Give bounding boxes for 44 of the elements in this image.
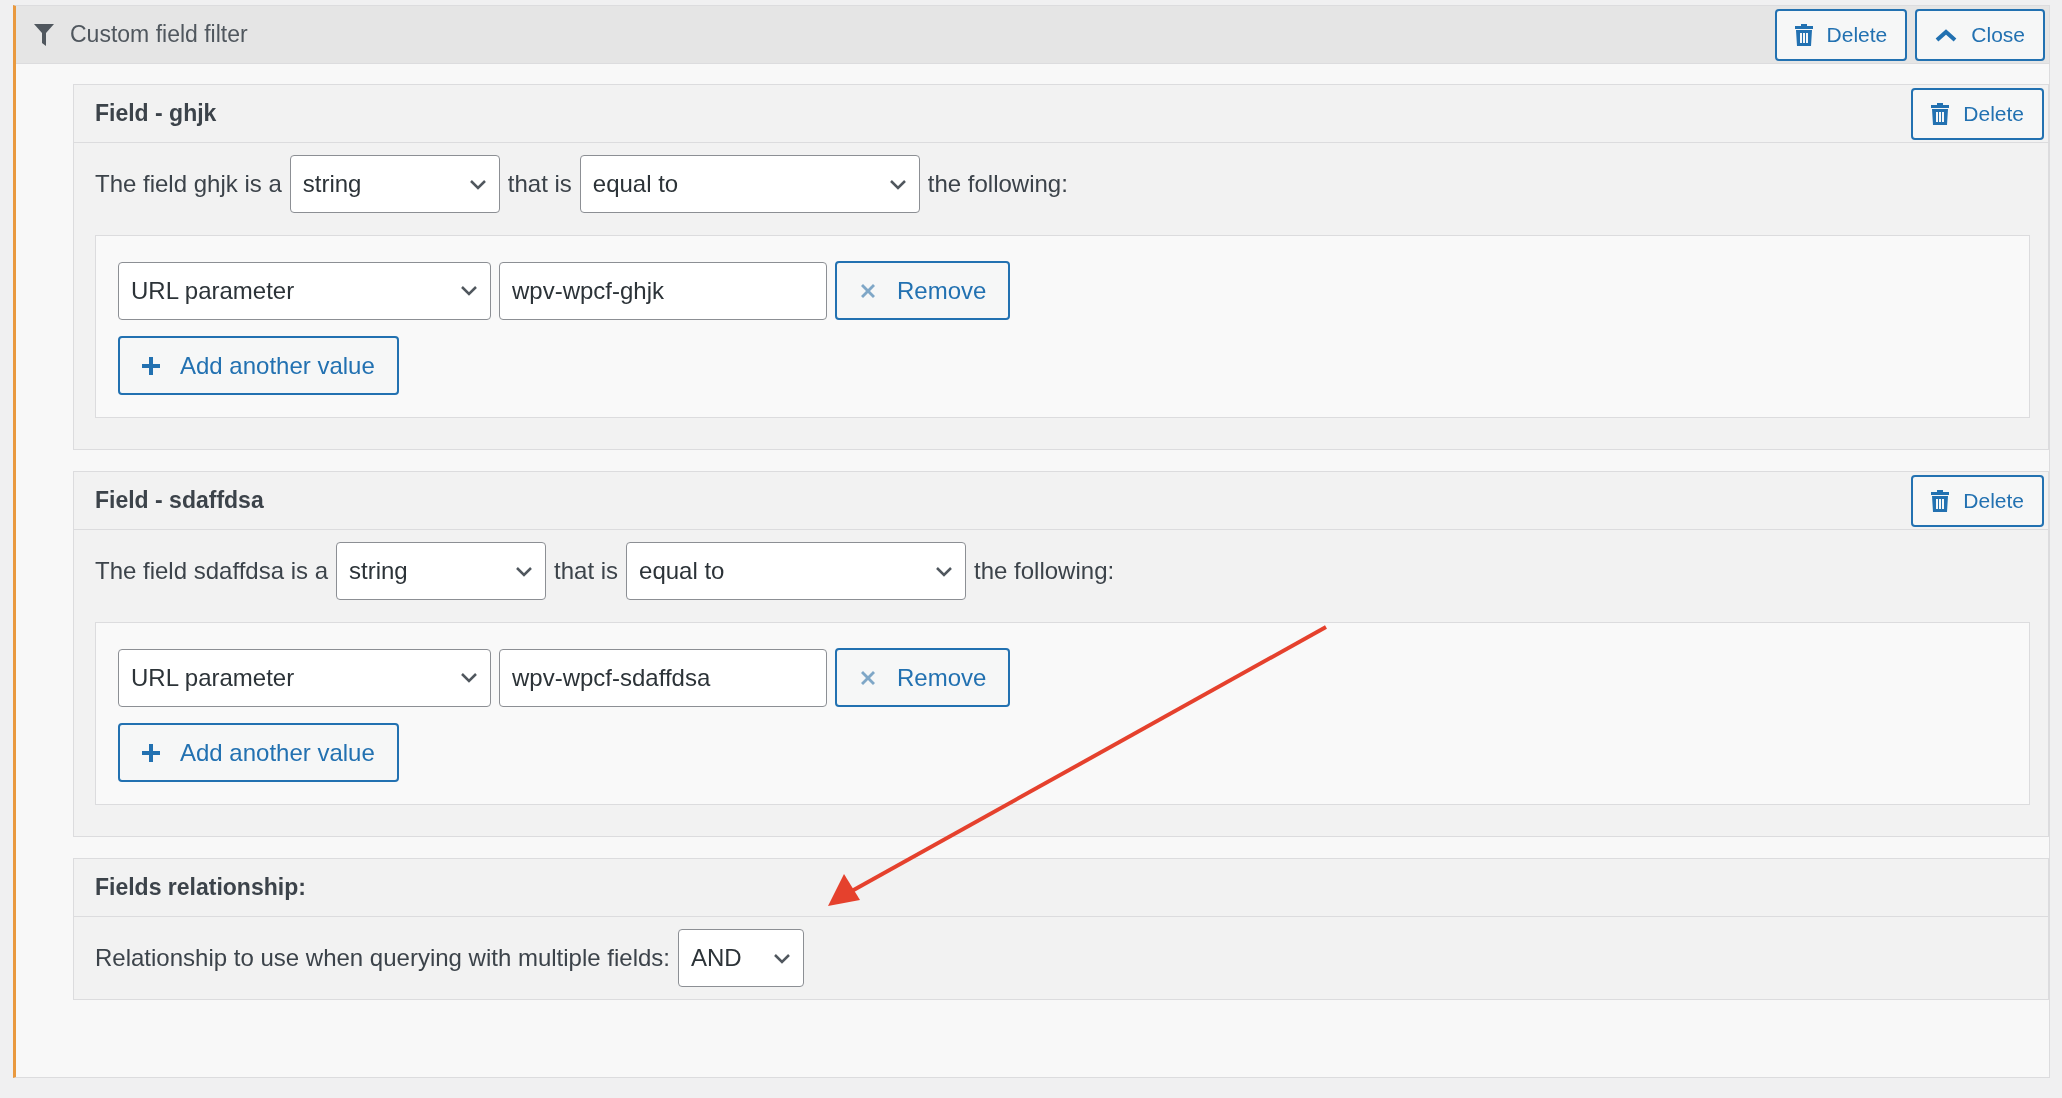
chevron-down-icon — [773, 952, 791, 964]
plus-icon — [142, 743, 160, 762]
filter-icon — [34, 23, 54, 46]
trash-icon — [1794, 23, 1813, 46]
chevron-up-icon — [1935, 27, 1958, 42]
chevron-down-icon — [460, 285, 478, 296]
close-button[interactable]: Close — [1915, 8, 2045, 61]
source-dropdown[interactable]: URL parameter — [118, 648, 491, 707]
plus-icon — [142, 356, 160, 375]
trash-icon — [1931, 102, 1950, 125]
value-field[interactable]: wpv-wpcf-ghjk — [499, 261, 827, 320]
relationship-title: Fields relationship: — [95, 873, 306, 903]
add-value-button[interactable]: Add another value — [118, 723, 399, 782]
comparison-dropdown[interactable]: equal to — [626, 542, 967, 600]
chevron-down-icon — [888, 178, 907, 190]
suffix-text: the following: — [927, 169, 1068, 199]
add-value-button[interactable]: Add another value — [118, 336, 399, 395]
chevron-down-icon — [935, 565, 954, 577]
relationship-label: Relationship to use when querying with multiple fields: — [95, 943, 670, 973]
x-icon — [859, 668, 877, 687]
remove-button[interactable]: Remove — [835, 261, 1011, 320]
type-dropdown[interactable]: string — [336, 542, 547, 600]
type-dropdown[interactable]: string — [289, 155, 500, 213]
chevron-down-icon — [468, 178, 487, 190]
chevron-down-icon — [515, 565, 534, 577]
panel-title: Custom field filter — [70, 20, 248, 50]
delete-button[interactable]: Delete — [1911, 474, 2044, 527]
source-dropdown[interactable]: URL parameter — [118, 261, 491, 320]
field-title: Field - sdaffdsa — [95, 486, 264, 516]
relationship-dropdown[interactable]: AND — [678, 929, 804, 987]
field-sentence-text: The field sdaffdsa is a — [95, 556, 329, 586]
value-field[interactable]: wpv-wpcf-sdaffdsa — [499, 648, 827, 707]
field-title: Field - ghjk — [95, 99, 217, 129]
remove-button[interactable]: Remove — [835, 648, 1011, 707]
suffix-text: the following: — [974, 556, 1115, 586]
chevron-down-icon — [460, 672, 478, 683]
delete-button[interactable]: Delete — [1774, 8, 1908, 61]
connector-text: that is — [507, 169, 572, 199]
delete-button[interactable]: Delete — [1911, 87, 2044, 140]
comparison-dropdown[interactable]: equal to — [579, 155, 920, 213]
x-icon — [859, 281, 877, 300]
trash-icon — [1931, 489, 1950, 512]
field-sentence-text: The field ghjk is a — [95, 169, 282, 199]
connector-text: that is — [554, 556, 619, 586]
